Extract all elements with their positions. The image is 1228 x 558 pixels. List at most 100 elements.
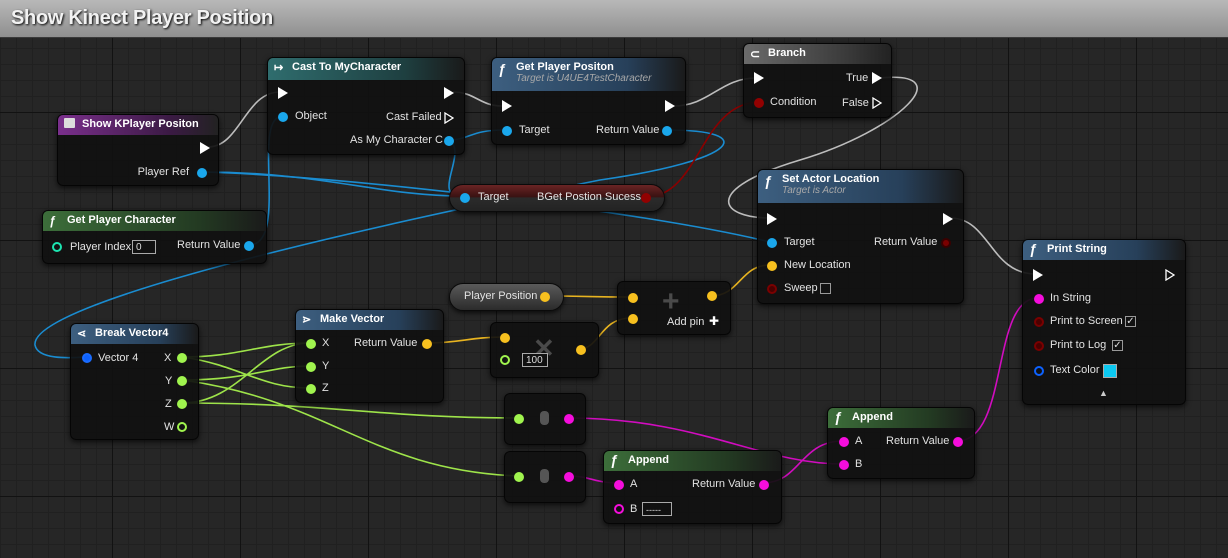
node-bget-position-success[interactable]: Target BGet Postion Sucess	[449, 184, 665, 212]
node-float-to-string-2[interactable]	[504, 451, 586, 503]
bool-out-pin[interactable]	[641, 193, 651, 203]
vector-out-pin[interactable]	[540, 292, 550, 302]
node-title: Get Player Character	[67, 214, 176, 226]
b-pin[interactable]	[839, 460, 849, 470]
b-pin[interactable]	[628, 314, 638, 324]
return-value-pin[interactable]	[662, 126, 672, 136]
graph-title: Show Kinect Player Position	[11, 7, 273, 29]
node-player-position-variable[interactable]: Player Position	[449, 283, 564, 311]
return-value-label: Return Value	[692, 478, 756, 490]
true-exec-pin[interactable]	[872, 72, 882, 84]
return-value-pin[interactable]	[244, 241, 254, 251]
b-pin[interactable]	[614, 504, 624, 514]
y-pin[interactable]	[177, 376, 187, 386]
float-in-pin[interactable]	[514, 472, 524, 482]
as-my-character-pin[interactable]	[444, 136, 454, 146]
condition-pin[interactable]	[754, 98, 764, 108]
x-pin[interactable]	[177, 353, 187, 363]
wire-float	[181, 342, 311, 404]
b-pin[interactable]	[500, 355, 510, 365]
sweep-pin[interactable]	[767, 284, 777, 294]
text-color-pin[interactable]	[1034, 366, 1044, 376]
add-pin-icon[interactable]: ✚	[709, 314, 719, 328]
exec-in-pin[interactable]	[502, 100, 512, 112]
node-make-vector[interactable]: ⋗ Make Vector X Return Value Y Z	[295, 309, 444, 403]
node-branch[interactable]: ⊂ Branch True Condition False	[743, 43, 892, 118]
return-value-pin[interactable]	[941, 238, 951, 248]
target-pin[interactable]	[502, 126, 512, 136]
event-icon	[64, 118, 75, 128]
exec-in-pin[interactable]	[754, 72, 764, 84]
node-append-2[interactable]: ƒ Append A Return Value B -----	[603, 450, 782, 524]
exec-out-pin[interactable]	[1165, 268, 1176, 282]
node-show-kplayer-position[interactable]: Show KPlayer Positon Player Ref	[57, 114, 219, 186]
add-pin-label[interactable]: Add pin	[667, 316, 704, 328]
sweep-checkbox[interactable]	[820, 283, 831, 294]
player-ref-pin[interactable]	[197, 168, 207, 178]
y-pin[interactable]	[306, 362, 316, 372]
node-title: Show KPlayer Positon	[82, 118, 199, 130]
print-to-screen-pin[interactable]	[1034, 317, 1044, 327]
false-exec-pin[interactable]	[872, 96, 883, 110]
return-value-pin[interactable]	[953, 437, 963, 447]
node-append-1[interactable]: ƒ Append A Return Value B	[827, 407, 975, 479]
w-pin[interactable]	[177, 422, 187, 432]
cast-failed-pin[interactable]	[444, 111, 455, 125]
x-pin[interactable]	[306, 339, 316, 349]
true-label: True	[846, 72, 869, 84]
object-pin[interactable]	[278, 112, 288, 122]
z-pin[interactable]	[306, 384, 316, 394]
expand-advanced-arrow[interactable]: ▲	[1099, 388, 1108, 398]
node-get-player-position[interactable]: ƒ Get Player Positon Target is U4UE4Test…	[491, 57, 686, 145]
exec-in-pin[interactable]	[767, 213, 777, 225]
target-pin[interactable]	[460, 193, 470, 203]
vector4-pin[interactable]	[82, 353, 92, 363]
in-string-pin[interactable]	[1034, 294, 1044, 304]
exec-in-pin[interactable]	[278, 87, 288, 99]
b-input[interactable]: -----	[642, 502, 672, 516]
player-index-pin[interactable]	[52, 242, 62, 252]
z-pin[interactable]	[177, 399, 187, 409]
text-color-swatch[interactable]	[1103, 364, 1117, 378]
string-out-pin[interactable]	[564, 414, 574, 424]
print-to-screen-checkbox[interactable]: ✓	[1125, 316, 1136, 327]
node-multiply[interactable]: ✕ 100	[490, 322, 599, 378]
multiplier-input[interactable]: 100	[522, 353, 548, 367]
blueprint-graph[interactable]: Show Kinect Player Position Show KPlayer…	[0, 0, 1228, 558]
node-set-actor-location[interactable]: ƒ Set Actor Location Target is Actor Tar…	[757, 169, 964, 304]
float-in-pin[interactable]	[514, 414, 524, 424]
a-pin[interactable]	[500, 333, 510, 343]
cast-failed-label: Cast Failed	[386, 111, 442, 123]
result-pin[interactable]	[576, 345, 586, 355]
node-title: Cast To MyCharacter	[292, 61, 402, 73]
new-location-pin[interactable]	[767, 261, 777, 271]
player-index-input[interactable]: 0	[132, 240, 156, 254]
target-pin[interactable]	[767, 238, 777, 248]
print-to-log-pin[interactable]	[1034, 341, 1044, 351]
exec-in-pin[interactable]	[1033, 269, 1043, 281]
wire-float	[181, 365, 311, 381]
a-pin[interactable]	[614, 480, 624, 490]
return-value-pin[interactable]	[422, 339, 432, 349]
target-label: Target	[784, 236, 815, 248]
print-to-log-checkbox[interactable]: ✓	[1112, 340, 1123, 351]
node-get-player-character[interactable]: ƒ Get Player Character Player Index 0 Re…	[42, 210, 267, 264]
function-icon: ƒ	[49, 214, 56, 228]
exec-out-pin[interactable]	[200, 142, 210, 154]
a-pin[interactable]	[628, 293, 638, 303]
node-float-to-string-1[interactable]	[504, 393, 586, 445]
node-add-vector[interactable]: + Add pin ✚	[617, 281, 731, 335]
return-value-pin[interactable]	[759, 480, 769, 490]
node-title: Get Player Positon	[516, 61, 614, 73]
exec-out-pin[interactable]	[665, 100, 675, 112]
node-cast-to-mycharacter[interactable]: ↦ Cast To MyCharacter Object Cast Failed…	[267, 57, 465, 155]
exec-out-pin[interactable]	[444, 87, 454, 99]
node-break-vector4[interactable]: ⋖ Break Vector4 Vector 4 X Y Z W	[70, 323, 199, 440]
player-index-label: Player Index	[70, 241, 132, 253]
a-pin[interactable]	[839, 437, 849, 447]
result-pin[interactable]	[707, 291, 717, 301]
string-out-pin[interactable]	[564, 472, 574, 482]
exec-out-pin[interactable]	[943, 213, 953, 225]
node-print-string[interactable]: ƒ Print String In String Print to Screen…	[1022, 239, 1186, 405]
node-header: ƒ Append	[828, 408, 974, 428]
